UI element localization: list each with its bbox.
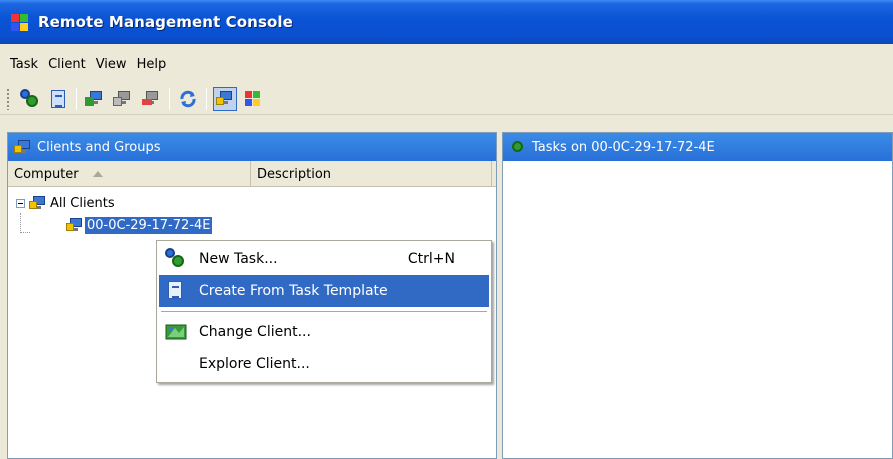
menu-item-label: New Task...: [199, 251, 278, 267]
column-computer[interactable]: Computer: [8, 161, 251, 187]
remove-client-button[interactable]: [111, 87, 135, 111]
toolbar-separator: [206, 87, 207, 110]
menu-item-shortcut: Ctrl+N: [407, 251, 455, 267]
client-tree: All Clients 00-0C-29-17-72-4E: [8, 187, 496, 235]
title-bar[interactable]: Remote Management Console: [0, 0, 893, 44]
toolbar-separator: [76, 87, 77, 110]
menu-item-label: Change Client...: [199, 324, 311, 340]
menu-view[interactable]: View: [91, 55, 132, 74]
window-title: Remote Management Console: [38, 13, 293, 31]
task-template-button[interactable]: [46, 87, 70, 111]
menu-task[interactable]: Task: [5, 55, 43, 74]
client-group-icon: [29, 195, 45, 211]
toolbar: [0, 83, 893, 115]
menu-item-label: Explore Client...: [199, 356, 310, 372]
new-task-button[interactable]: [18, 87, 42, 111]
change-client-button[interactable]: [139, 87, 163, 111]
task-template-icon: [165, 280, 187, 302]
menu-help[interactable]: Help: [132, 55, 172, 74]
task-template-icon: [48, 89, 68, 109]
view-clients-button[interactable]: [213, 86, 237, 111]
column-computer-label: Computer: [14, 166, 79, 182]
menu-item-new-task[interactable]: New Task... Ctrl+N: [159, 243, 489, 275]
toolbar-separator: [169, 87, 170, 110]
column-description[interactable]: Description: [251, 161, 492, 187]
clients-groups-title: Clients and Groups: [37, 139, 161, 155]
toolbar-grip[interactable]: [6, 87, 10, 110]
view-clients-icon: [215, 89, 235, 109]
change-client-icon: [165, 321, 187, 343]
tree-connector: [20, 232, 30, 233]
tasks-title: Tasks on 00-0C-29-17-72-4E: [532, 139, 715, 155]
menu-item-create-from-template[interactable]: Create From Task Template: [159, 275, 489, 307]
refresh-button[interactable]: [176, 87, 200, 111]
new-task-icon: [165, 248, 187, 270]
tasks-pane: Tasks on 00-0C-29-17-72-4E: [502, 132, 893, 459]
tasks-header: Tasks on 00-0C-29-17-72-4E: [503, 133, 892, 161]
menu-client[interactable]: Client: [43, 55, 91, 74]
tree-connector: [20, 213, 21, 233]
new-task-icon: [20, 88, 40, 109]
menu-bar: Task Client View Help: [0, 50, 893, 78]
about-icon: [243, 89, 263, 109]
menu-item-change-client[interactable]: Change Client...: [159, 316, 489, 348]
refresh-icon: [178, 89, 198, 109]
menu-separator: [161, 311, 487, 312]
remove-client-icon: [113, 89, 133, 109]
clients-groups-icon: [14, 139, 30, 155]
add-client-button[interactable]: [83, 87, 107, 111]
tree-node-label: All Clients: [50, 195, 115, 211]
about-button[interactable]: [241, 87, 265, 111]
tree-node-client[interactable]: 00-0C-29-17-72-4E: [66, 215, 496, 235]
tasks-icon: [509, 139, 525, 155]
collapse-icon[interactable]: [16, 198, 25, 208]
context-menu: New Task... Ctrl+N Create From Task Temp…: [156, 240, 492, 383]
column-header-row: Computer Description: [8, 161, 496, 187]
clients-groups-header: Clients and Groups: [8, 133, 496, 161]
tree-node-all-clients[interactable]: All Clients: [16, 193, 496, 213]
tree-node-label: 00-0C-29-17-72-4E: [85, 216, 213, 234]
add-client-icon: [85, 89, 105, 109]
column-description-label: Description: [257, 166, 332, 182]
menu-item-label: Create From Task Template: [199, 283, 388, 299]
menu-item-explore-client[interactable]: Explore Client...: [159, 348, 489, 380]
change-client-icon: [141, 89, 161, 109]
sort-ascending-icon: [92, 171, 103, 177]
computer-icon: [66, 217, 82, 233]
app-icon: [10, 12, 30, 32]
